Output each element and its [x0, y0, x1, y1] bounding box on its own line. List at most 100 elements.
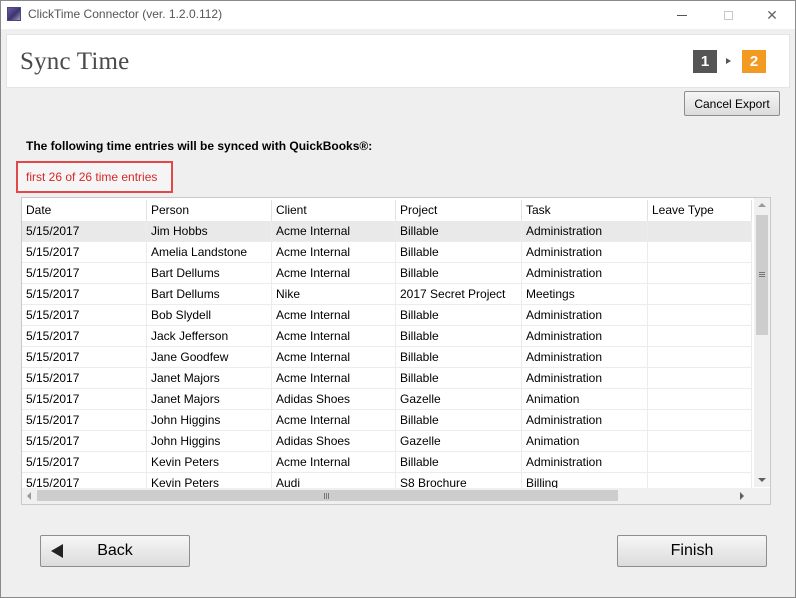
cell-project: Billable [396, 305, 522, 326]
cell-project: Billable [396, 368, 522, 389]
cell-date: 5/15/2017 [22, 431, 147, 452]
cell-client: Acme Internal [272, 221, 396, 242]
cell-client: Adidas Shoes [272, 389, 396, 410]
table-row[interactable]: 5/15/2017 Bart Dellums Nike 2017 Secret Pro… [22, 284, 752, 305]
title-bar: ClickTime Connector (ver. 1.2.0.112) ✕ [1, 1, 795, 29]
scroll-down-icon[interactable] [758, 478, 766, 482]
cell-date: 5/15/2017 [22, 452, 147, 473]
column-header-person[interactable]: Person [147, 200, 272, 221]
cell-leave-type [648, 326, 752, 347]
table-row[interactable]: 5/15/2017 Bob Slydell Acme Internal Billabl… [22, 305, 752, 326]
cell-date: 5/15/2017 [22, 305, 147, 326]
table-row[interactable]: 5/15/2017 Janet Majors Adidas Shoes Gazelle… [22, 389, 752, 410]
grip-line [759, 274, 765, 275]
cell-person: Kevin Peters [147, 452, 272, 473]
cell-person: Jack Jefferson [147, 326, 272, 347]
cell-date: 5/15/2017 [22, 221, 147, 242]
column-header-leave-type[interactable]: Leave Type [648, 200, 752, 221]
page-header: Sync Time 1 2 [6, 34, 790, 88]
table-row[interactable]: 5/15/2017 Kevin Peters Acme Internal Billab… [22, 452, 752, 473]
cell-project: Gazelle [396, 389, 522, 410]
cell-person: John Higgins [147, 431, 272, 452]
table-row[interactable]: 5/15/2017 Bart Dellums Acme Internal Billab… [22, 263, 752, 284]
maximize-icon [723, 10, 733, 20]
cell-client: Acme Internal [272, 347, 396, 368]
grip-line [759, 276, 765, 277]
cell-leave-type [648, 368, 752, 389]
app-window: ClickTime Connector (ver. 1.2.0.112) ✕ S… [0, 0, 796, 598]
maximize-button[interactable] [705, 1, 751, 29]
back-button-label: Back [97, 542, 133, 559]
vertical-scroll-thumb[interactable] [756, 215, 768, 335]
table-row[interactable]: 5/15/2017 John Higgins Acme Internal Billab… [22, 410, 752, 431]
step-arrow-icon [726, 58, 731, 64]
finish-button[interactable]: Finish [617, 535, 767, 567]
step-indicator-2: 2 [742, 50, 766, 73]
column-header-project[interactable]: Project [396, 200, 522, 221]
cell-client: Acme Internal [272, 305, 396, 326]
cell-task: Administration [522, 263, 648, 284]
scroll-left-icon[interactable] [27, 492, 31, 500]
close-button[interactable]: ✕ [749, 1, 795, 29]
cell-task: Animation [522, 431, 648, 452]
cell-client: Acme Internal [272, 410, 396, 431]
cell-person: Jim Hobbs [147, 221, 272, 242]
cell-leave-type [648, 389, 752, 410]
column-header-date[interactable]: Date [22, 200, 147, 221]
cell-leave-type [648, 452, 752, 473]
cell-person: Jane Goodfew [147, 347, 272, 368]
cell-date: 5/15/2017 [22, 368, 147, 389]
scroll-corner [754, 488, 770, 504]
column-header-client[interactable]: Client [272, 200, 396, 221]
cell-task: Administration [522, 242, 648, 263]
cell-date: 5/15/2017 [22, 284, 147, 305]
grid-header-row: Date Person Client Project Task Leave Ty… [22, 200, 752, 221]
entry-count-label: first 26 of 26 time entries [16, 161, 173, 193]
cell-person: Bob Slydell [147, 305, 272, 326]
table-row[interactable]: 5/15/2017 Janet Majors Acme Internal Billab… [22, 368, 752, 389]
cell-leave-type [648, 284, 752, 305]
table-row[interactable]: 5/15/2017 Jack Jefferson Acme Internal Bill… [22, 326, 752, 347]
table-row[interactable]: 5/15/2017 Jane Goodfew Acme Internal Billab… [22, 347, 752, 368]
cell-task: Administration [522, 410, 648, 431]
cell-person: Bart Dellums [147, 284, 272, 305]
cell-task: Administration [522, 305, 648, 326]
cell-project: Billable [396, 452, 522, 473]
cell-person: Amelia Landstone [147, 242, 272, 263]
cell-person: John Higgins [147, 410, 272, 431]
cell-client: Nike [272, 284, 396, 305]
cell-project: Billable [396, 410, 522, 431]
cell-date: 5/15/2017 [22, 242, 147, 263]
time-entries-grid[interactable]: Date Person Client Project Task Leave Ty… [21, 197, 771, 505]
column-header-task[interactable]: Task [522, 200, 648, 221]
cell-project: 2017 Secret Project [396, 284, 522, 305]
cell-leave-type [648, 221, 752, 242]
intro-text: The following time entries will be synce… [26, 139, 373, 153]
cell-task: Administration [522, 347, 648, 368]
horizontal-scrollbar[interactable] [22, 488, 754, 504]
minimize-button[interactable] [659, 1, 705, 29]
cell-project: Billable [396, 347, 522, 368]
vertical-scrollbar[interactable] [754, 198, 770, 487]
back-button[interactable]: Back [40, 535, 190, 567]
table-row[interactable]: 5/15/2017 John Higgins Adidas Shoes Gazelle… [22, 431, 752, 452]
cancel-export-button[interactable]: Cancel Export [684, 91, 780, 116]
cell-task: Meetings [522, 284, 648, 305]
table-row[interactable]: 5/15/2017 Jim Hobbs Acme Internal Billable A… [22, 221, 752, 242]
cell-project: Gazelle [396, 431, 522, 452]
minimize-icon [677, 14, 687, 16]
cell-client: Adidas Shoes [272, 431, 396, 452]
cell-leave-type [648, 410, 752, 431]
back-arrow-icon [51, 544, 63, 558]
horizontal-scroll-thumb[interactable] [37, 490, 618, 501]
cell-project: Billable [396, 326, 522, 347]
cell-task: Administration [522, 368, 648, 389]
cell-date: 5/15/2017 [22, 263, 147, 284]
scroll-up-icon[interactable] [758, 203, 766, 207]
scroll-right-icon[interactable] [740, 492, 744, 500]
table-row[interactable]: 5/15/2017 Amelia Landstone Acme Internal Bi… [22, 242, 752, 263]
cell-client: Acme Internal [272, 326, 396, 347]
cell-task: Administration [522, 326, 648, 347]
cell-person: Bart Dellums [147, 263, 272, 284]
page-title: Sync Time [20, 48, 130, 75]
